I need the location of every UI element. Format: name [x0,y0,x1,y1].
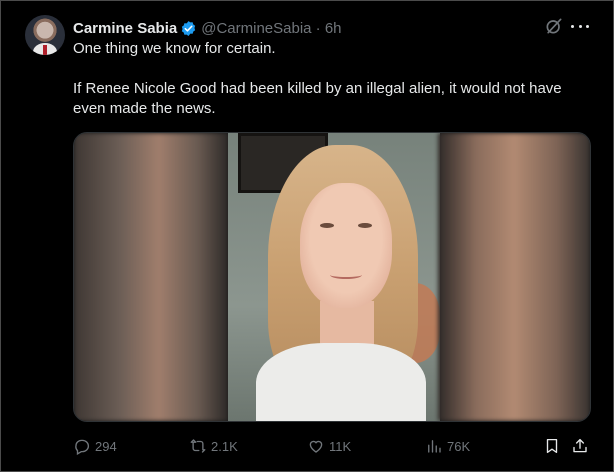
repost-icon [190,439,206,453]
views-button[interactable]: 76K [425,434,470,458]
media-blur-left [74,133,228,421]
media-blur-right [438,133,590,421]
media-photo [228,133,440,421]
share-button[interactable] [571,434,589,458]
views-chart-icon [428,440,441,453]
more-dot [571,24,574,28]
photo-mouth [330,271,362,279]
tweet-action-bar: 294 2.1K 11K 76K [73,434,593,458]
heart-icon [309,440,323,453]
more-dot [578,24,582,28]
like-count: 11K [329,438,352,454]
bookmark-button[interactable] [543,434,561,458]
tweet-media-image[interactable] [73,132,591,422]
author-handle-time[interactable]: @CarmineSabia · 6h [201,20,341,37]
reply-icon [75,439,90,455]
author-avatar[interactable] [25,15,65,55]
more-dot [586,24,589,28]
view-count: 76K [447,438,471,454]
tweet-card[interactable]: Carmine Sabia @CarmineSabia · 6h One thi… [0,0,614,472]
photo-white-top [256,343,426,421]
reply-button[interactable]: 294 [73,434,117,458]
like-button[interactable]: 11K [307,434,351,458]
verified-badge-icon [182,20,196,36]
photo-eye-right [358,223,372,228]
bookmark-icon [546,438,558,454]
tweet-text-line-1: One thing we know for certain. [73,40,276,57]
repost-count: 2.1K [211,438,238,454]
share-icon [573,438,587,453]
author-name[interactable]: Carmine Sabia [73,20,177,37]
repost-button[interactable]: 2.1K [189,434,238,458]
tweet-text-line-2: If Renee Nicole Good had been killed by … [73,80,562,117]
tweet-text: One thing we know for certain. If Renee … [73,39,593,119]
photo-eye-left [320,223,334,228]
reply-count: 294 [95,438,117,454]
avatar-tie [43,45,47,55]
more-icon[interactable] [571,18,589,34]
grok-icon[interactable] [544,16,564,36]
tweet-header: Carmine Sabia @CarmineSabia · 6h [73,18,342,38]
photo-face [300,183,392,308]
